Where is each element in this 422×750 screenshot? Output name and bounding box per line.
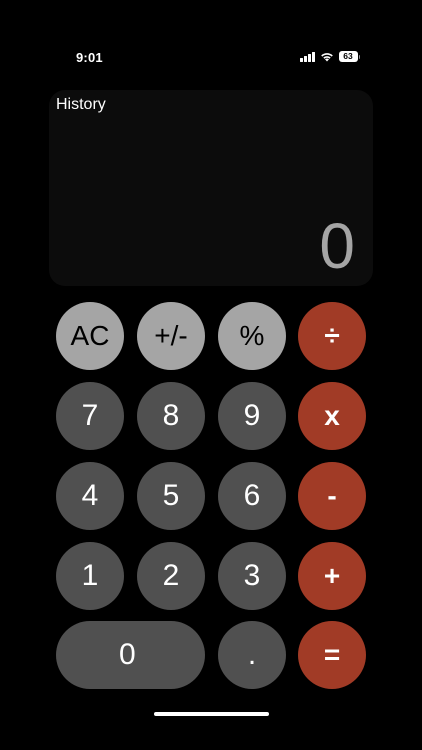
- home-indicator[interactable]: [154, 712, 269, 716]
- equals-button[interactable]: =: [298, 621, 366, 689]
- minus-button[interactable]: -: [298, 462, 366, 530]
- battery-tip: [358, 54, 360, 59]
- divide-button[interactable]: ÷: [298, 302, 366, 370]
- display-panel: History 0: [49, 90, 373, 286]
- digit-3-button[interactable]: 3: [218, 542, 286, 610]
- plus-button[interactable]: +: [298, 542, 366, 610]
- digit-5-button[interactable]: 5: [137, 462, 205, 530]
- wifi-icon: [320, 52, 334, 62]
- percent-button[interactable]: %: [218, 302, 286, 370]
- digit-0-button[interactable]: 0: [56, 621, 205, 689]
- battery-level: 63: [338, 51, 358, 62]
- digit-8-button[interactable]: 8: [137, 382, 205, 450]
- status-time: 9:01: [76, 50, 103, 65]
- digit-4-button[interactable]: 4: [56, 462, 124, 530]
- multiply-button[interactable]: x: [298, 382, 366, 450]
- decimal-button[interactable]: .: [218, 621, 286, 689]
- digit-2-button[interactable]: 2: [137, 542, 205, 610]
- digit-7-button[interactable]: 7: [56, 382, 124, 450]
- status-icons: 63: [300, 51, 360, 62]
- clear-button[interactable]: AC: [56, 302, 124, 370]
- digit-1-button[interactable]: 1: [56, 542, 124, 610]
- digit-6-button[interactable]: 6: [218, 462, 286, 530]
- cellular-signal-icon: [300, 51, 315, 62]
- digit-9-button[interactable]: 9: [218, 382, 286, 450]
- history-label[interactable]: History: [56, 96, 106, 114]
- plus-minus-button[interactable]: +/-: [137, 302, 205, 370]
- battery-icon: 63: [338, 51, 360, 62]
- display-value: 0: [319, 210, 355, 282]
